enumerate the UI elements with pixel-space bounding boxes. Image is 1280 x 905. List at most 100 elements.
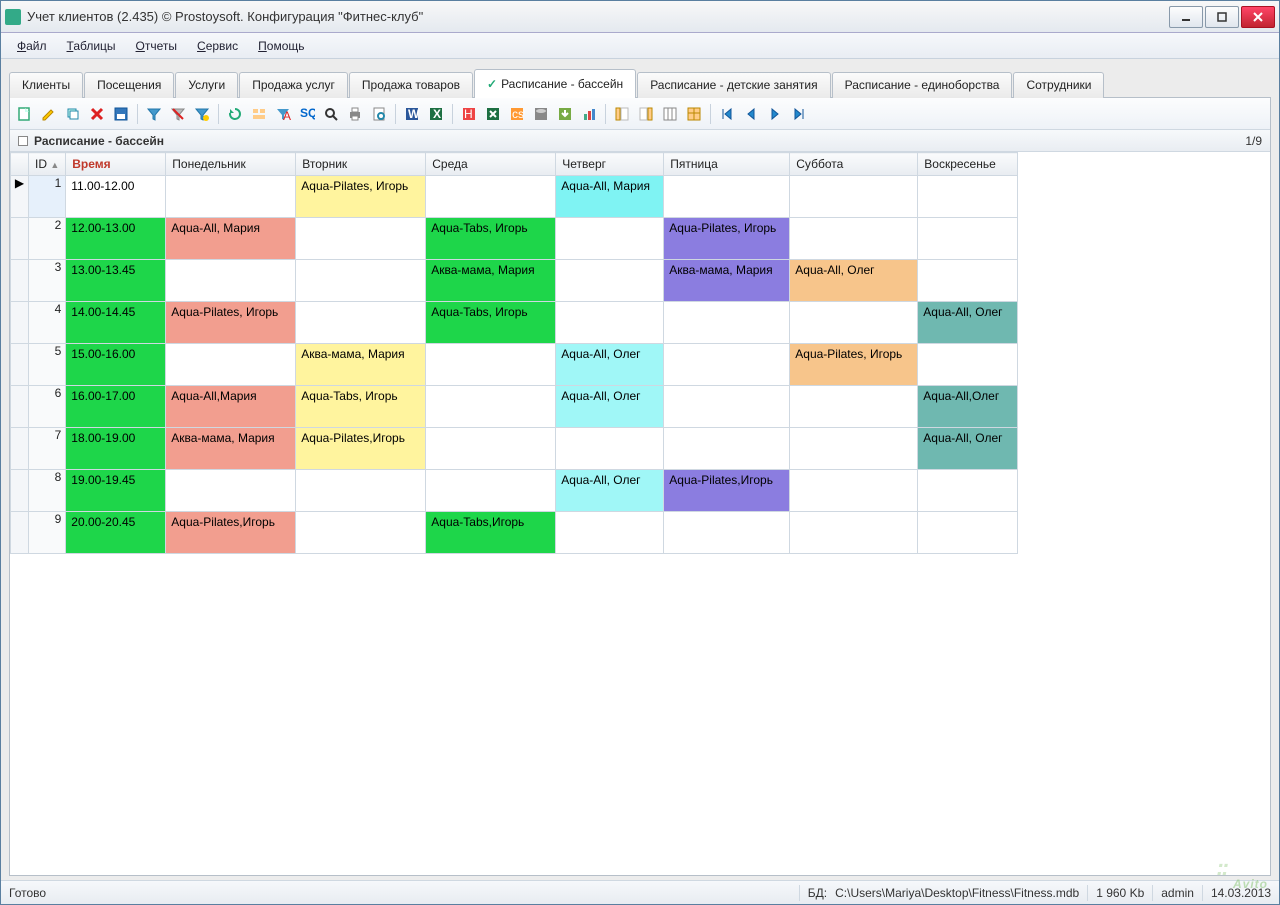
cell-thu[interactable]: [556, 428, 664, 470]
col-sat[interactable]: Суббота: [790, 153, 918, 176]
sql-icon[interactable]: SQL: [296, 103, 318, 125]
col-tue[interactable]: Вторник: [296, 153, 426, 176]
cell-tue[interactable]: [296, 512, 426, 554]
cell-tue[interactable]: [296, 302, 426, 344]
cell-fri[interactable]: [664, 512, 790, 554]
cell-fri[interactable]: Aqua-Pilates, Игорь: [664, 218, 790, 260]
row-pointer[interactable]: [11, 218, 29, 260]
tab-8[interactable]: Сотрудники: [1013, 72, 1104, 98]
cell-time[interactable]: 18.00-19.00: [66, 428, 166, 470]
cell-time[interactable]: 15.00-16.00: [66, 344, 166, 386]
filter-edit-icon[interactable]: [191, 103, 213, 125]
export-word-icon[interactable]: W: [401, 103, 423, 125]
cell-wed[interactable]: [426, 344, 556, 386]
menu-помощь[interactable]: Помощь: [248, 35, 314, 57]
refresh-icon[interactable]: [224, 103, 246, 125]
cell-id[interactable]: 4: [29, 302, 66, 344]
chart-icon[interactable]: [578, 103, 600, 125]
cell-tue[interactable]: [296, 470, 426, 512]
tab-6[interactable]: Расписание - детские занятия: [637, 72, 830, 98]
table-row[interactable]: 414.00-14.45Aqua-Pilates, ИгорьAqua-Tabs…: [11, 302, 1018, 344]
cell-id[interactable]: 5: [29, 344, 66, 386]
cell-sun[interactable]: [918, 260, 1018, 302]
cell-id[interactable]: 2: [29, 218, 66, 260]
cell-sat[interactable]: [790, 428, 918, 470]
cell-sun[interactable]: [918, 218, 1018, 260]
cell-mon[interactable]: Аква-мама, Мария: [166, 428, 296, 470]
table-row[interactable]: ▶111.00-12.00Aqua-Pilates, ИгорьAqua-All…: [11, 176, 1018, 218]
cell-thu[interactable]: [556, 512, 664, 554]
cell-thu[interactable]: Aqua-All, Олег: [556, 386, 664, 428]
row-pointer[interactable]: [11, 512, 29, 554]
tab-7[interactable]: Расписание - единоборства: [832, 72, 1013, 98]
nav-next-icon[interactable]: [764, 103, 786, 125]
close-button[interactable]: [1241, 6, 1275, 28]
column-right-icon[interactable]: [635, 103, 657, 125]
cell-mon[interactable]: Aqua-Pilates,Игорь: [166, 512, 296, 554]
filter-icon[interactable]: [143, 103, 165, 125]
table-row[interactable]: 212.00-13.00Aqua-All, МарияAqua-Tabs, Иг…: [11, 218, 1018, 260]
cell-wed[interactable]: [426, 428, 556, 470]
table-row[interactable]: 616.00-17.00Aqua-All,МарияAqua-Tabs, Иго…: [11, 386, 1018, 428]
cell-thu[interactable]: [556, 218, 664, 260]
cell-id[interactable]: 9: [29, 512, 66, 554]
find-icon[interactable]: [320, 103, 342, 125]
menu-файл[interactable]: Файл: [7, 35, 57, 57]
col-sun[interactable]: Воскресенье: [918, 153, 1018, 176]
export-dbf-icon[interactable]: [530, 103, 552, 125]
menu-сервис[interactable]: Сервис: [187, 35, 248, 57]
cell-fri[interactable]: Aqua-Pilates,Игорь: [664, 470, 790, 512]
cell-sat[interactable]: [790, 386, 918, 428]
copy-icon[interactable]: [62, 103, 84, 125]
row-pointer[interactable]: [11, 470, 29, 512]
cell-id[interactable]: 3: [29, 260, 66, 302]
cell-fri[interactable]: [664, 176, 790, 218]
cell-sun[interactable]: Aqua-All,Олег: [918, 386, 1018, 428]
edit-icon[interactable]: [38, 103, 60, 125]
cell-fri[interactable]: [664, 302, 790, 344]
tab-5[interactable]: ✓Расписание - бассейн: [474, 69, 636, 98]
cell-sat[interactable]: [790, 218, 918, 260]
row-pointer[interactable]: [11, 344, 29, 386]
new-icon[interactable]: [14, 103, 36, 125]
row-pointer[interactable]: [11, 302, 29, 344]
grid-wrap[interactable]: ID ▲ВремяПонедельникВторникСредаЧетвергП…: [10, 152, 1270, 875]
table-row[interactable]: 819.00-19.45Aqua-All, ОлегAqua-Pilates,И…: [11, 470, 1018, 512]
cell-sun[interactable]: Aqua-All, Олег: [918, 302, 1018, 344]
col-wed[interactable]: Среда: [426, 153, 556, 176]
tab-4[interactable]: Продажа товаров: [349, 72, 473, 98]
cell-fri[interactable]: [664, 344, 790, 386]
cell-mon[interactable]: [166, 260, 296, 302]
table-row[interactable]: 515.00-16.00Аква-мама, МарияAqua-All, Ол…: [11, 344, 1018, 386]
save-icon[interactable]: [110, 103, 132, 125]
cell-sat[interactable]: [790, 302, 918, 344]
cell-time[interactable]: 13.00-13.45: [66, 260, 166, 302]
cell-id[interactable]: 8: [29, 470, 66, 512]
print-icon[interactable]: [344, 103, 366, 125]
nav-last-icon[interactable]: [788, 103, 810, 125]
cell-sun[interactable]: [918, 176, 1018, 218]
cell-mon[interactable]: [166, 344, 296, 386]
cell-id[interactable]: 7: [29, 428, 66, 470]
col-id[interactable]: ID ▲: [29, 153, 66, 176]
cell-time[interactable]: 20.00-20.45: [66, 512, 166, 554]
row-pointer[interactable]: [11, 260, 29, 302]
cell-fri[interactable]: [664, 386, 790, 428]
export-excel-icon[interactable]: X: [425, 103, 447, 125]
delete-icon[interactable]: [86, 103, 108, 125]
cell-sun[interactable]: [918, 344, 1018, 386]
menu-отчеты[interactable]: Отчеты: [126, 35, 188, 57]
cell-wed[interactable]: Aqua-Tabs, Игорь: [426, 302, 556, 344]
nav-first-icon[interactable]: [716, 103, 738, 125]
cell-mon[interactable]: Aqua-All,Мария: [166, 386, 296, 428]
cell-thu[interactable]: Aqua-All, Мария: [556, 176, 664, 218]
tab-1[interactable]: Посещения: [84, 72, 174, 98]
cell-sat[interactable]: Aqua-Pilates, Игорь: [790, 344, 918, 386]
export-xls-icon[interactable]: [482, 103, 504, 125]
col-rowptr[interactable]: [11, 153, 29, 176]
cell-time[interactable]: 16.00-17.00: [66, 386, 166, 428]
cell-time[interactable]: 19.00-19.45: [66, 470, 166, 512]
cell-wed[interactable]: Aqua-Tabs, Игорь: [426, 218, 556, 260]
cell-tue[interactable]: Аква-мама, Мария: [296, 344, 426, 386]
cell-mon[interactable]: [166, 470, 296, 512]
